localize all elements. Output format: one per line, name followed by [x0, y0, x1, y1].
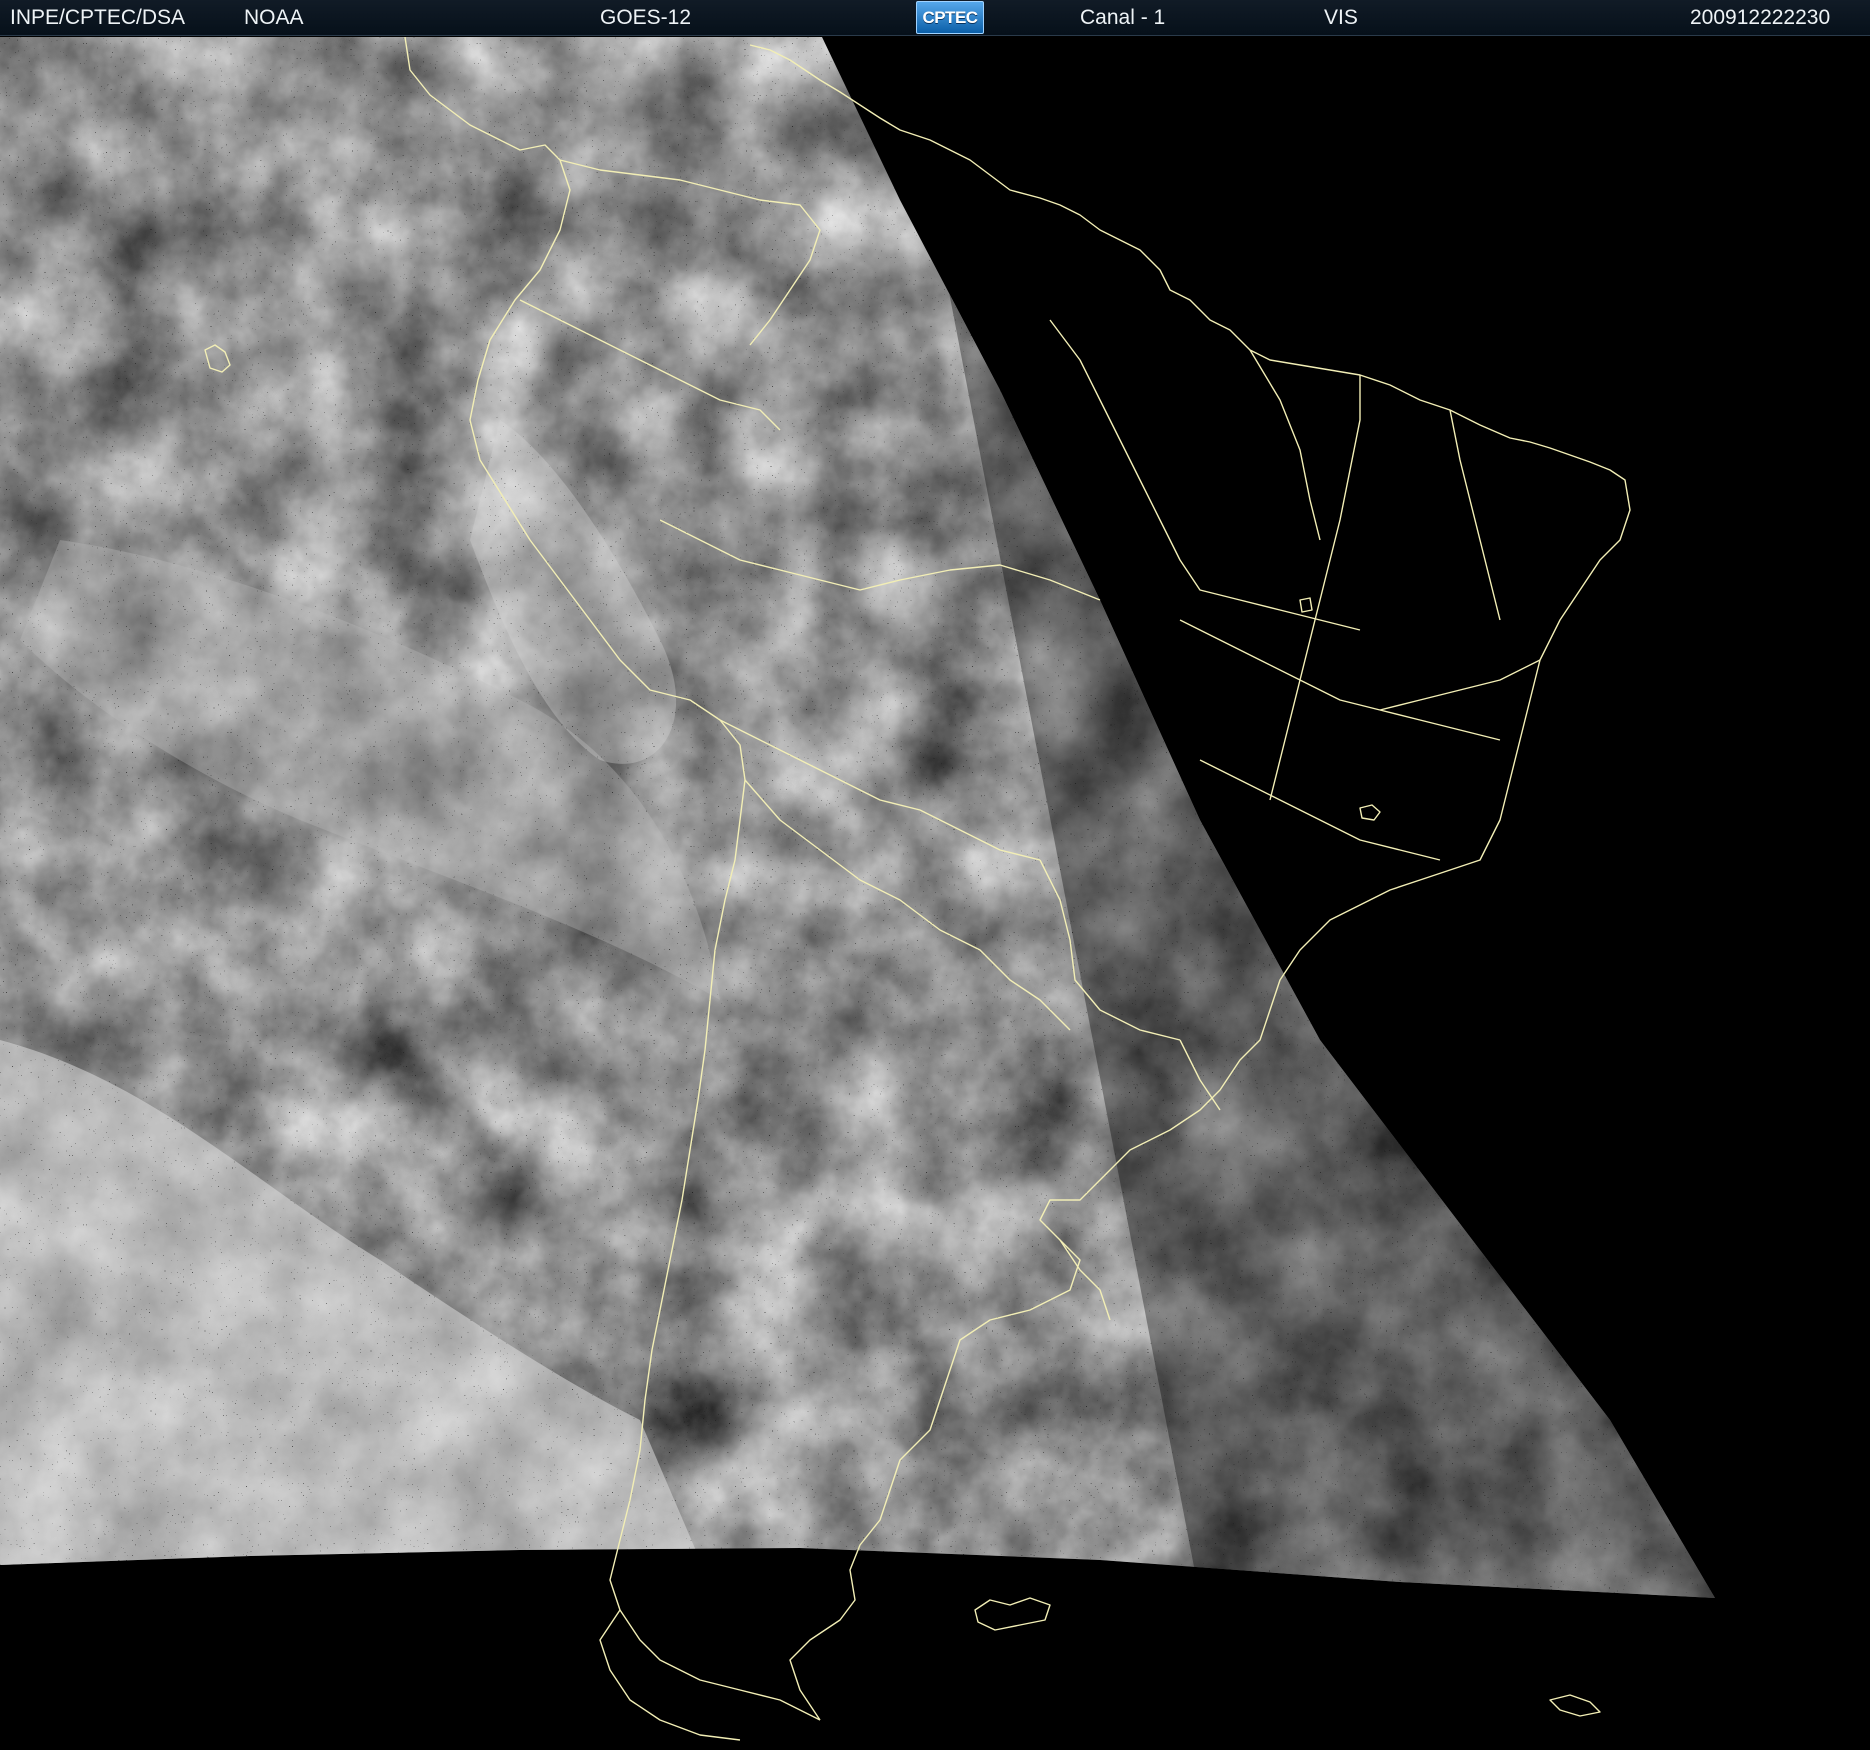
agency-label: NOAA — [244, 6, 304, 29]
band-label: VIS — [1324, 6, 1358, 29]
satellite-imagery — [0, 37, 1870, 1750]
source-label: INPE/CPTEC/DSA — [10, 6, 186, 29]
timestamp-label: 200912222230 — [1690, 6, 1831, 29]
satellite-label: GOES-12 — [600, 6, 692, 29]
satellite-imagery-svg — [0, 37, 1870, 1750]
image-header-bar: INPE/CPTEC/DSA NOAA GOES-12 CPTEC Canal … — [0, 0, 1870, 36]
satellite-image-frame: INPE/CPTEC/DSA NOAA GOES-12 CPTEC Canal … — [0, 0, 1870, 1750]
cptec-logo: CPTEC — [916, 1, 984, 34]
cptec-logo-text: CPTEC — [922, 8, 978, 27]
channel-label: Canal - 1 — [1080, 6, 1166, 29]
